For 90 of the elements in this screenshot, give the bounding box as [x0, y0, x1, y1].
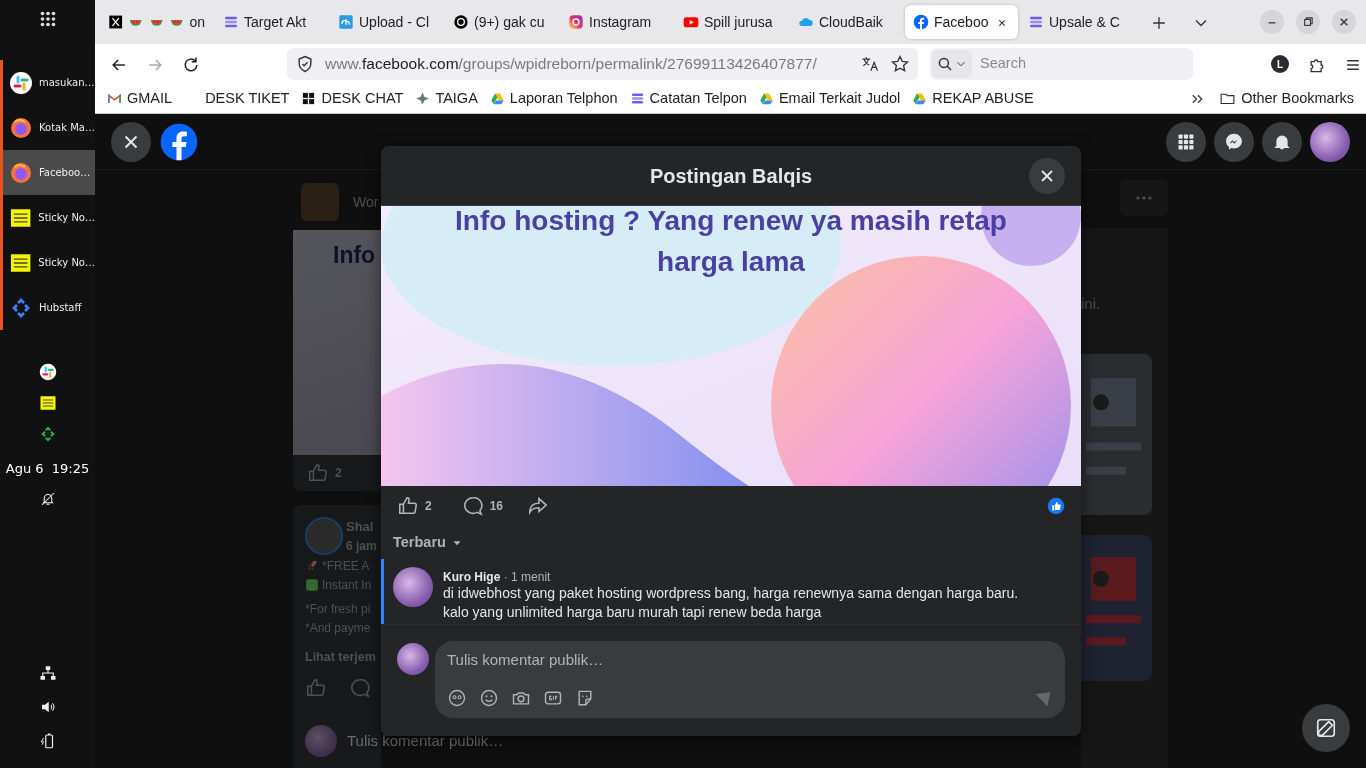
browser-tab[interactable]: Spill jurusa: [675, 5, 788, 39]
dialog-title: Postingan Balqis: [649, 163, 813, 189]
sticker-icon[interactable]: [575, 688, 595, 708]
post-text: ini.: [1081, 295, 1101, 312]
commenter-avatar[interactable]: [393, 567, 433, 607]
play-logo-icon: [683, 14, 699, 30]
browser-tab[interactable]: Instagram: [560, 5, 673, 39]
comment-time[interactable]: 1 menit: [511, 570, 551, 584]
facebook-logo-icon[interactable]: [159, 121, 199, 162]
bookmark-link[interactable]: GMAIL: [107, 87, 173, 110]
user-avatar[interactable]: [397, 643, 429, 675]
tab-title: on: [189, 12, 205, 32]
image-caption: Info: [333, 242, 376, 268]
star-icon[interactable]: [890, 54, 910, 74]
stacked-bars-icon: [223, 14, 239, 30]
bookmark-link[interactable]: DESK CHAT: [301, 87, 404, 110]
facebook-logo-icon: [913, 14, 929, 30]
tab-title: Upsale & C: [1049, 12, 1120, 32]
messenger-icon: [1224, 131, 1244, 152]
menu-grid-button[interactable]: [1166, 121, 1206, 162]
translate-icon[interactable]: [860, 54, 880, 74]
bookmark-link[interactable]: TAIGA: [415, 87, 478, 110]
edit-icon: [1315, 717, 1337, 739]
stacked-bars-icon: [1028, 14, 1044, 30]
like-count: 2: [425, 497, 432, 515]
comment-text: di idwebhost yang paket hosting wordpress bang, harga renewnya sama dengan harga baru.: [443, 584, 1019, 603]
stacked-bars-icon: [629, 91, 645, 106]
emoji-icon[interactable]: [479, 688, 499, 708]
tab-title: Target Akt: [244, 12, 307, 32]
clock[interactable]: Agu 6 19:25: [5, 461, 90, 476]
star-logo-icon: [415, 91, 431, 106]
more-icon: [1136, 196, 1152, 200]
tab-title: (9+) gak cu: [474, 12, 545, 32]
avatar-icon[interactable]: [447, 688, 467, 708]
browser-tab[interactable]: Faceboo: [905, 5, 1018, 39]
tab-title: Upload - Cl: [359, 12, 430, 32]
commenter-name[interactable]: Kuro Hige: [443, 570, 501, 584]
bookmark-link[interactable]: REKAP ABUSE: [912, 87, 1034, 110]
triangle-logo-icon: [758, 91, 774, 106]
bookmark-folder[interactable]: Other Bookmarks: [1219, 87, 1354, 110]
tab-title: Spill jurusa: [704, 12, 773, 32]
url-text: www.facebook.com/groups/wpidreborn/permalink/27699113426407877/: [325, 54, 817, 75]
sort-dropdown[interactable]: Terbaru: [393, 532, 464, 554]
notifications-button[interactable]: [1262, 121, 1302, 162]
chat-logo-icon: [338, 14, 354, 30]
comment-input[interactable]: Tulis komentar publik…: [447, 649, 1053, 672]
profile-avatar[interactable]: [1310, 121, 1350, 162]
messenger-button[interactable]: [1214, 121, 1254, 162]
comment-field[interactable]: Tulis komentar publik…: [435, 641, 1065, 718]
tab-title: Instagram: [589, 12, 652, 32]
browser-tab[interactable]: on: [100, 5, 213, 39]
shield-icon[interactable]: [295, 54, 315, 74]
browser-tab[interactable]: (9+) gak cu: [445, 5, 558, 39]
bookmark-link[interactable]: Catatan Telpon: [629, 87, 747, 110]
comment-count: 16: [489, 497, 504, 515]
note-icon[interactable]: [38, 394, 57, 412]
squares-icon: [301, 91, 317, 106]
separator-dot: ·: [503, 570, 508, 584]
browser-tab[interactable]: CloudBaik: [790, 5, 903, 39]
profile-avatar[interactable]: L: [1271, 55, 1289, 73]
bookmark-link[interactable]: Email Terkait Judol: [758, 87, 901, 110]
x-logo-icon: [108, 14, 124, 30]
comment-text: kalo yang unlimited harga baru murah tapi renew beda harga: [443, 603, 823, 622]
rocket-icon: [305, 558, 319, 573]
triangle-logo-icon: [489, 91, 505, 106]
mail-logo-icon: [107, 91, 122, 106]
bookmark-link[interactable]: DESK TIKET: [184, 87, 290, 110]
search-icon[interactable]: [936, 55, 954, 73]
check-icon: [305, 577, 319, 592]
triangle-logo-icon: [912, 91, 928, 106]
tab-title: CloudBaik: [819, 12, 883, 32]
browser-tab[interactable]: Upload - Cl: [330, 5, 443, 39]
gif-icon[interactable]: [543, 688, 563, 708]
comment-icon[interactable]: [461, 494, 484, 517]
hash-logo-icon: [9, 70, 33, 95]
camera-logo-icon: [568, 14, 584, 30]
address-bar[interactable]: www.facebook.com/groups/wpidreborn/permalink/27699113426407877/: [287, 48, 918, 80]
hash-logo-icon[interactable]: [38, 363, 57, 381]
close-button[interactable]: [111, 121, 151, 162]
share-icon[interactable]: [527, 494, 550, 517]
browser-tab[interactable]: Target Akt: [215, 5, 328, 39]
network-icon[interactable]: [38, 664, 57, 682]
like-reaction-icon: [1047, 496, 1065, 515]
dock-item[interactable]: Faceboo…: [0, 150, 95, 195]
close-button[interactable]: [1029, 158, 1065, 194]
tab-title: Faceboo: [934, 12, 989, 32]
browser-tab[interactable]: Upsale & C: [1020, 5, 1133, 39]
new-message-button[interactable]: [1302, 704, 1350, 752]
bookmark-link[interactable]: Laporan Telphon: [489, 87, 618, 110]
like-icon[interactable]: [397, 494, 419, 517]
